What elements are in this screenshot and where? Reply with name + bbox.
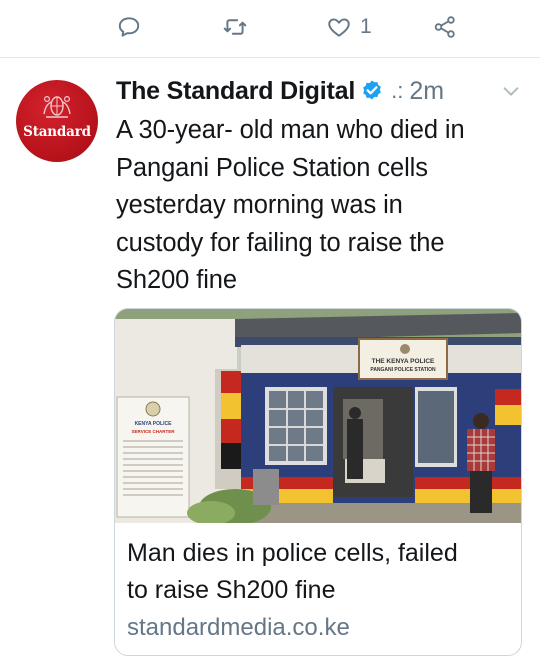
tweet-text-line: custody for failing to raise the <box>116 228 445 257</box>
tweet-text-line: Sh200 fine <box>116 266 237 294</box>
tweet-action-bar: 1 <box>0 0 540 58</box>
timestamp[interactable]: 2m <box>409 77 444 106</box>
heart-icon <box>328 18 350 37</box>
card-domain: standardmedia.co.ke <box>127 614 350 641</box>
avatar[interactable]: Standard <box>16 80 98 162</box>
avatar-logo-text: Standard <box>23 124 91 140</box>
police-station-photo: THE KENYA POLICE PANGANI POLICE STATION … <box>115 309 521 523</box>
tweet-text-line: yesterday morning was in <box>116 191 403 219</box>
tweet-text-line: A 30-year- old man who died in <box>116 116 465 144</box>
card-title: Man dies in police cells, failed to rais… <box>127 535 519 609</box>
share-icon <box>434 16 455 38</box>
tweet-text-line: Pangani Police Station cells <box>116 153 428 182</box>
retweet-icon <box>223 19 247 35</box>
speech-bubble-icon <box>118 17 140 37</box>
sign-text: PANGANI POLICE STATION <box>370 367 436 373</box>
share-button[interactable] <box>432 14 458 40</box>
display-name[interactable]: The Standard Digital <box>116 77 355 106</box>
card-title-line: to raise Sh200 fine <box>127 576 336 604</box>
separator: .: <box>391 78 404 103</box>
board-text: SERVICE CHARTER <box>132 429 176 434</box>
sign-text: THE KENYA POLICE <box>372 358 435 365</box>
card-title-line: Man dies in police cells, failed <box>127 539 458 567</box>
card-text: Man dies in police cells, failed to rais… <box>127 535 519 645</box>
link-preview-card[interactable]: THE KENYA POLICE PANGANI POLICE STATION … <box>114 308 522 656</box>
reply-button[interactable] <box>116 14 142 40</box>
like-button[interactable]: 1 <box>326 14 372 40</box>
tweet-text: A 30-year- old man who died in Pangani P… <box>116 112 526 300</box>
board-text: KENYA POLICE <box>135 421 173 427</box>
chevron-down-icon[interactable] <box>500 80 522 102</box>
tweet-header: The Standard Digital .: 2m <box>116 74 526 108</box>
verified-badge-icon <box>363 80 381 100</box>
like-count: 1 <box>360 15 372 38</box>
coat-of-arms-logo <box>43 95 71 118</box>
retweet-button[interactable] <box>222 14 248 40</box>
